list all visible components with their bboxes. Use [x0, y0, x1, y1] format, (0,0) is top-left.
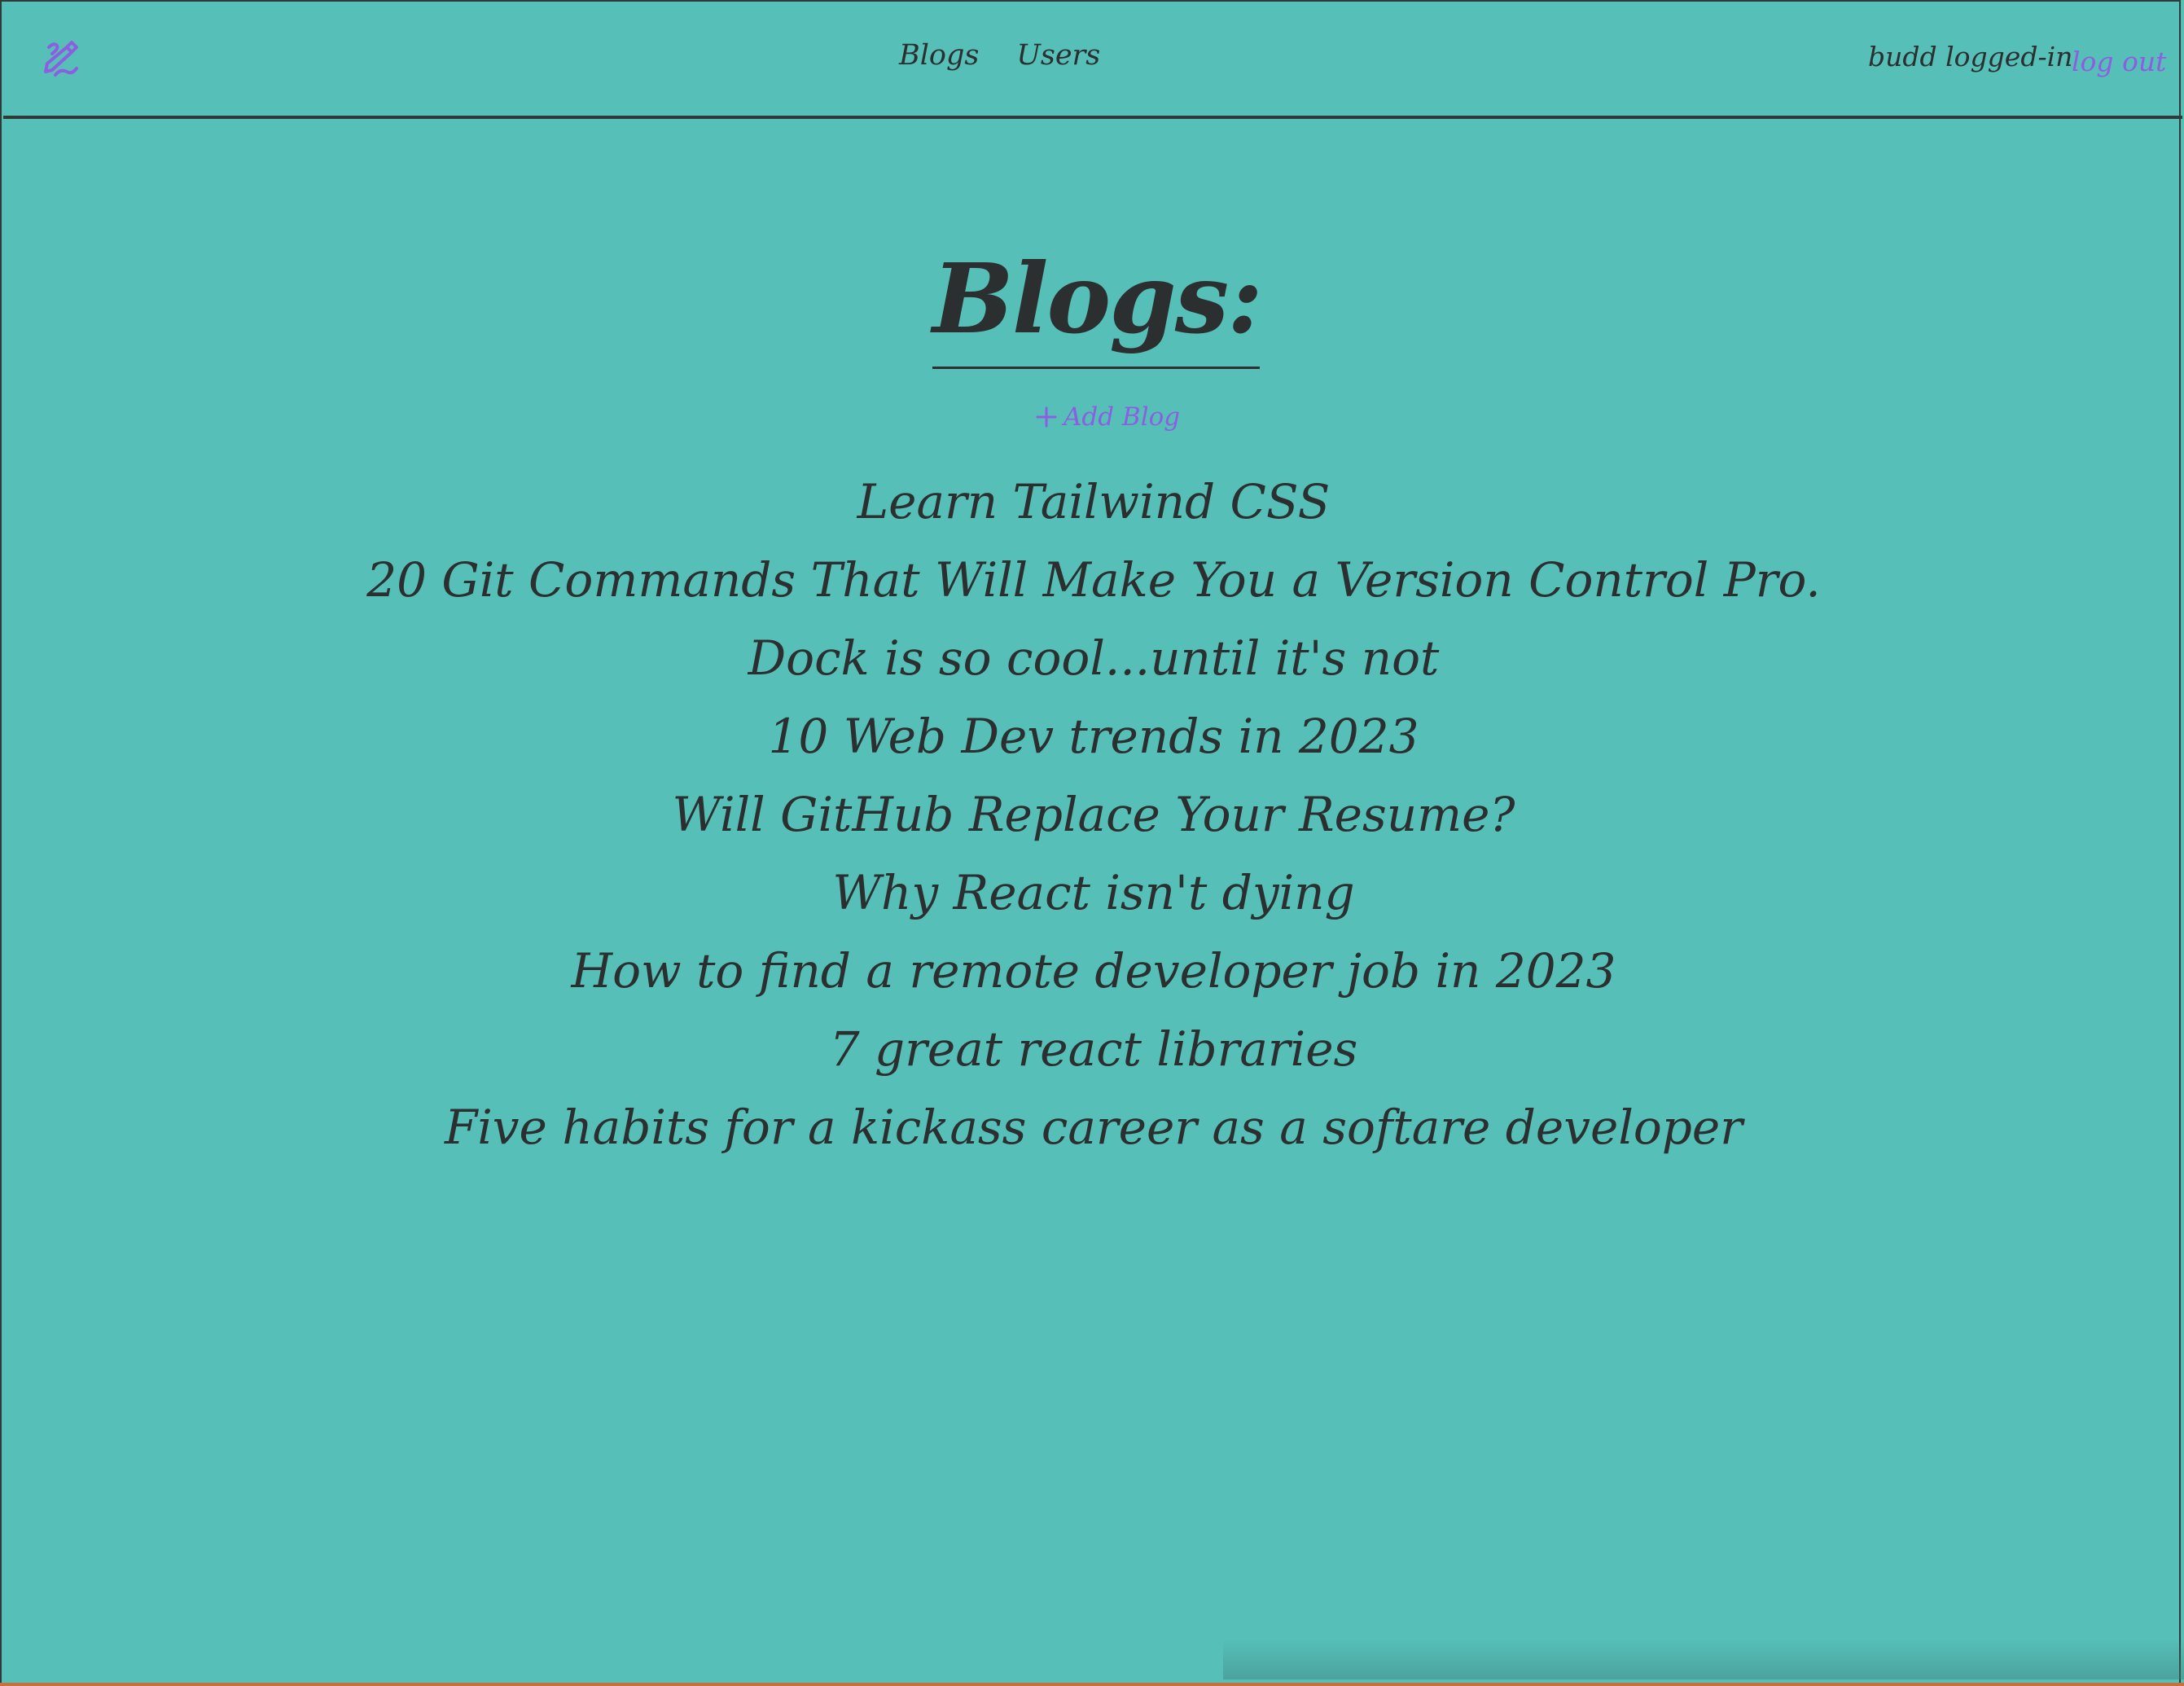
add-blog-button[interactable]: Add Blog: [1036, 402, 1180, 432]
blog-link[interactable]: Five habits for a kickass career as a so…: [445, 1100, 1743, 1155]
blog-link[interactable]: Will GitHub Replace Your Resume?: [672, 787, 1515, 842]
app-window: Blogs Users budd logged-in log out Blogs…: [0, 0, 2184, 1683]
plus-icon: [1036, 406, 1057, 428]
nav-users-link[interactable]: Users: [1016, 39, 1100, 72]
add-blog-label: Add Blog: [1063, 402, 1181, 432]
logged-in-status: budd logged-in: [1868, 41, 2073, 72]
blog-link[interactable]: Learn Tailwind CSS: [857, 474, 1331, 529]
blog-list-item: 10 Web Dev trends in 2023: [2, 697, 2184, 775]
blog-list-item: 20 Git Commands That Will Make You a Ver…: [2, 541, 2184, 619]
blog-list-item: Will GitHub Replace Your Resume?: [2, 775, 2184, 854]
blog-link[interactable]: How to find a remote developer job in 20…: [572, 943, 1616, 999]
blog-list-item: Learn Tailwind CSS: [2, 463, 2184, 541]
navbar: Blogs Users budd logged-in log out: [3, 3, 2182, 119]
desktop-edge: [0, 1683, 2184, 1686]
blog-list-item: 7 great react libraries: [2, 1010, 2184, 1088]
blog-link[interactable]: Why React isn't dying: [832, 865, 1354, 920]
blog-link[interactable]: Dock is so cool...until it's not: [748, 630, 1440, 686]
nav-blogs-link[interactable]: Blogs: [899, 39, 979, 72]
blog-link[interactable]: 20 Git Commands That Will Make You a Ver…: [366, 552, 1821, 608]
blog-list-item: Why React isn't dying: [2, 854, 2184, 932]
blog-list: Learn Tailwind CSS 20 Git Commands That …: [2, 463, 2184, 1166]
blog-link[interactable]: 10 Web Dev trends in 2023: [768, 709, 1419, 764]
main-nav: Blogs Users: [899, 39, 1100, 72]
blog-link[interactable]: 7 great react libraries: [830, 1021, 1358, 1077]
window-shadow: [1223, 1639, 2184, 1679]
blog-list-item: Five habits for a kickass career as a so…: [2, 1088, 2184, 1166]
blog-list-item: How to find a remote developer job in 20…: [2, 932, 2184, 1010]
blog-list-item: Dock is so cool...until it's not: [2, 619, 2184, 697]
page-heading: Blogs:: [932, 251, 1263, 369]
logout-button[interactable]: log out: [2072, 46, 2166, 77]
page-title: Blogs:: [932, 251, 1263, 369]
pencil-squiggle-icon[interactable]: [42, 39, 83, 85]
